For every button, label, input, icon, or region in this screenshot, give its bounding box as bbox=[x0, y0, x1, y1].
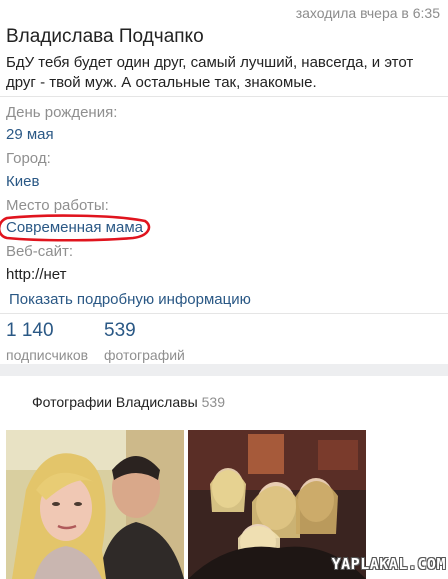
photo-thumbnail[interactable] bbox=[6, 430, 184, 579]
divider bbox=[0, 313, 448, 314]
profile-status-text: БдУ тебя будет один друг, самый лучший, … bbox=[6, 54, 414, 91]
birthday-label: День рождения: bbox=[6, 104, 118, 121]
work-label: Место работы: bbox=[6, 197, 109, 214]
photos-title-count: 539 bbox=[201, 394, 225, 410]
photos-title-text: Фотографии Владиславы bbox=[32, 394, 198, 410]
last-seen-status: заходила вчера в 6:35 bbox=[295, 5, 440, 21]
website-label: Веб-сайт: bbox=[6, 243, 74, 260]
photos-label: фотографий bbox=[104, 347, 185, 363]
website-value: http://нет bbox=[6, 266, 67, 283]
show-more-info-link[interactable]: Показать подробную информацию bbox=[9, 291, 251, 308]
profile-page: заходила вчера в 6:35 Владислава Подчапк… bbox=[0, 0, 448, 579]
photos-count: 539 bbox=[104, 320, 136, 341]
divider bbox=[0, 96, 448, 97]
followers-label: подписчиков bbox=[6, 347, 89, 363]
couple-photo-image bbox=[6, 430, 184, 579]
followers-count: 1 140 bbox=[6, 320, 54, 341]
city-link[interactable]: Киев bbox=[6, 173, 39, 190]
city-label: Город: bbox=[6, 150, 51, 167]
birthday-link[interactable]: 29 мая bbox=[6, 126, 54, 143]
photos-section-title[interactable]: Фотографии Владиславы 539 bbox=[32, 394, 225, 410]
watermark: YAPLAKAL.COM bbox=[331, 555, 446, 573]
profile-name: Владислава Подчапко bbox=[6, 26, 204, 47]
red-annotation-circle bbox=[0, 214, 151, 242]
section-gap bbox=[0, 364, 448, 376]
